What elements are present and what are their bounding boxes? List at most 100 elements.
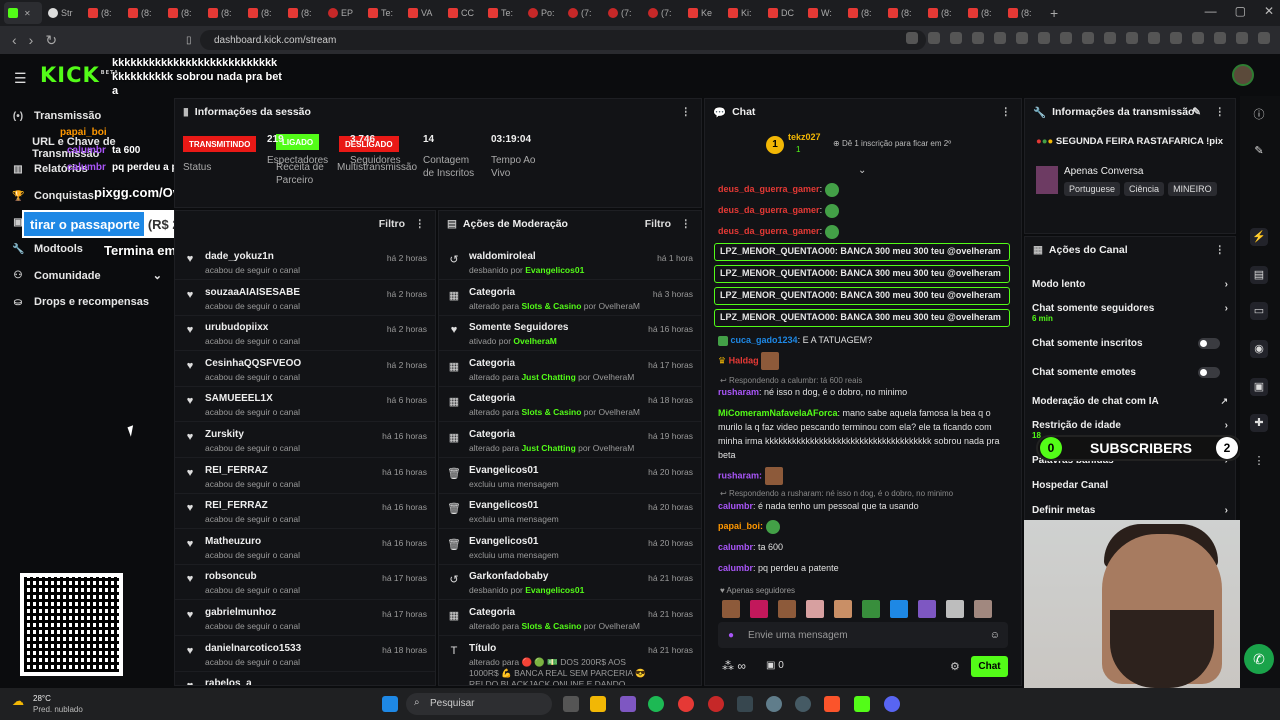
more-icon[interactable]: ⋮ (1215, 106, 1226, 118)
browser-tab[interactable]: VA (404, 2, 442, 24)
toggle-switch[interactable] (1198, 367, 1220, 378)
browser-tab[interactable]: Ki: (724, 2, 762, 24)
back-icon[interactable]: ‹ (12, 32, 17, 48)
app-icon[interactable] (620, 696, 636, 712)
chat-input[interactable]: ● Envie uma mensagem ☺ (718, 622, 1008, 648)
browser-tab[interactable]: Te: (484, 2, 522, 24)
chevron-right-icon[interactable]: › (1225, 279, 1228, 290)
browser-tab[interactable]: Te: (364, 2, 402, 24)
top-gifter-name[interactable]: tekz027 (788, 132, 821, 142)
kick-logo[interactable]: KICKBETA (40, 63, 119, 87)
moderation-row[interactable]: T Título alterado para 🔴 🟢 💵 DOS 200R$ AOS… (439, 637, 701, 685)
app-icon[interactable] (795, 696, 811, 712)
chat-bubble-icon[interactable]: ▭ (1250, 302, 1268, 320)
extension-icon[interactable] (1082, 32, 1094, 44)
activity-row[interactable]: ♥ dade_yokuz1n acabou de seguir o canal há … (175, 245, 435, 280)
wrench-icon[interactable]: ✚ (1250, 414, 1268, 432)
more-icon[interactable]: ⋮ (681, 106, 692, 118)
browser-tab[interactable]: (8: (124, 2, 162, 24)
minimize-icon[interactable]: — (1205, 4, 1217, 18)
moderation-row[interactable]: ▦ Categoria alterado para Slots & Casino p… (439, 281, 701, 316)
discord-icon[interactable] (884, 696, 900, 712)
edit-icon[interactable]: ✎ (1192, 106, 1201, 118)
extension-icon[interactable] (1192, 32, 1204, 44)
pencil-icon[interactable]: ✎ (1250, 142, 1268, 160)
emote-icon[interactable] (862, 600, 880, 618)
activity-row[interactable]: ♥ gabrielmunhoz acabou de seguir o canal há… (175, 601, 435, 636)
chevron-right-icon[interactable]: › (1225, 505, 1228, 516)
emote-icon[interactable] (946, 600, 964, 618)
maximize-icon[interactable]: ▢ (1235, 4, 1246, 18)
emote-icon[interactable] (722, 600, 740, 618)
document-icon[interactable]: ▤ (1250, 266, 1268, 284)
chevron-down-icon[interactable]: ⌄ (153, 269, 162, 282)
browser-tab[interactable]: (8: (924, 2, 962, 24)
browser-tab[interactable]: DC (764, 2, 802, 24)
extension-icon[interactable] (1258, 32, 1270, 44)
tab-close-icon[interactable]: ✕ (24, 9, 31, 18)
activity-row[interactable]: ♥ REI_FERRAZ acabou de seguir o canal há 16… (175, 494, 435, 530)
channel-action-row[interactable]: Hospedar Canal (1032, 480, 1228, 491)
sidebar-item-6[interactable]: ⚇ Comunidade ⌄ (12, 269, 162, 283)
pin-toggle-icon[interactable]: ⌄ (858, 165, 866, 176)
reload-icon[interactable]: ↻ (45, 32, 57, 49)
brave-icon[interactable] (824, 696, 840, 712)
lightning-icon[interactable]: ⚡ (1250, 228, 1268, 246)
kick-app-icon[interactable] (854, 696, 870, 712)
extension-icon[interactable] (1236, 32, 1248, 44)
more-icon[interactable]: ⋮ (415, 218, 426, 230)
more-icon[interactable]: ⋮ (681, 218, 692, 230)
emote-icon[interactable] (974, 600, 992, 618)
activity-row[interactable]: ♥ urubudopiixx acabou de seguir o canal há … (175, 316, 435, 352)
stream-tag[interactable]: Portuguese (1064, 182, 1121, 196)
browser-tab[interactable]: (7: (644, 2, 682, 24)
sidebar-item-0[interactable]: (•) Transmissão (12, 110, 162, 122)
channel-action-row[interactable]: Modo lento › (1032, 279, 1228, 290)
activity-row[interactable]: ♥ robsoncub acabou de seguir o canal há 17 … (175, 565, 435, 601)
emote-icon[interactable] (834, 600, 852, 618)
channel-action-row[interactable]: Chat somente emotes (1032, 367, 1228, 378)
emote-icon[interactable] (750, 600, 768, 618)
chevron-right-icon[interactable]: › (1225, 420, 1228, 431)
browser-tab[interactable]: CC (444, 2, 482, 24)
browser-tab[interactable]: (8: (164, 2, 202, 24)
extension-icon[interactable] (1104, 32, 1116, 44)
forward-icon[interactable]: › (29, 32, 34, 48)
extension-icon[interactable] (906, 32, 918, 44)
browser-tab[interactable]: (8: (1004, 2, 1042, 24)
bookmark-icon[interactable]: ▯ (186, 35, 192, 46)
send-chat-button[interactable]: Chat (971, 656, 1008, 677)
chrome-icon[interactable] (678, 696, 694, 712)
browser-tab[interactable]: (8: (244, 2, 282, 24)
taskview-icon[interactable] (563, 696, 579, 712)
info-icon[interactable]: ⓘ (1250, 106, 1268, 124)
emote-icon[interactable] (806, 600, 824, 618)
moderation-row[interactable]: ↺ Garkonfadobaby desbanido por Evangelicos… (439, 565, 701, 601)
mic-icon[interactable]: ● (728, 630, 734, 641)
filter-button[interactable]: Filtro (645, 218, 671, 230)
chat-settings-icon[interactable]: ⚙ (950, 660, 960, 673)
extension-icon[interactable] (972, 32, 984, 44)
taskbar-search[interactable]: ⌕ Pesquisar (406, 693, 552, 715)
moderation-row[interactable]: 🗑 Evangelicos01 excluiu uma mensagem há 20 … (439, 530, 701, 565)
users-icon[interactable]: ⁂ ∞ (722, 659, 746, 673)
browser-tab[interactable]: EP (324, 2, 362, 24)
emote-icon[interactable] (918, 600, 936, 618)
emote-icon[interactable] (890, 600, 908, 618)
extension-icon[interactable] (994, 32, 1006, 44)
chevron-right-icon[interactable]: › (1225, 303, 1228, 314)
activity-row[interactable]: ♥ Matheuzuro acabou de seguir o canal há 16… (175, 530, 435, 565)
explorer-icon[interactable] (590, 696, 606, 712)
stream-tag[interactable]: Ciência (1124, 182, 1165, 196)
browser-tab[interactable]: (7: (564, 2, 602, 24)
emoji-icon[interactable]: ☺ (990, 630, 1000, 641)
moderation-row[interactable]: 🗑 Evangelicos01 excluiu uma mensagem há 20 … (439, 494, 701, 530)
extension-icon[interactable] (928, 32, 940, 44)
activity-row[interactable]: ♥ CesinhaQQSFVEOO acabou de seguir o canal… (175, 352, 435, 387)
channel-action-row[interactable]: Moderação de chat com IA ↗ (1032, 396, 1228, 407)
activity-row[interactable]: ♥ Zurskity acabou de seguir o canal há 16 h… (175, 423, 435, 458)
channel-action-row[interactable]: Chat somente inscritos (1032, 338, 1228, 349)
extension-icon[interactable] (1170, 32, 1182, 44)
moderation-row[interactable]: ▦ Categoria alterado para Just Chatting po… (439, 423, 701, 458)
media-icon[interactable]: ▣ (1250, 378, 1268, 396)
